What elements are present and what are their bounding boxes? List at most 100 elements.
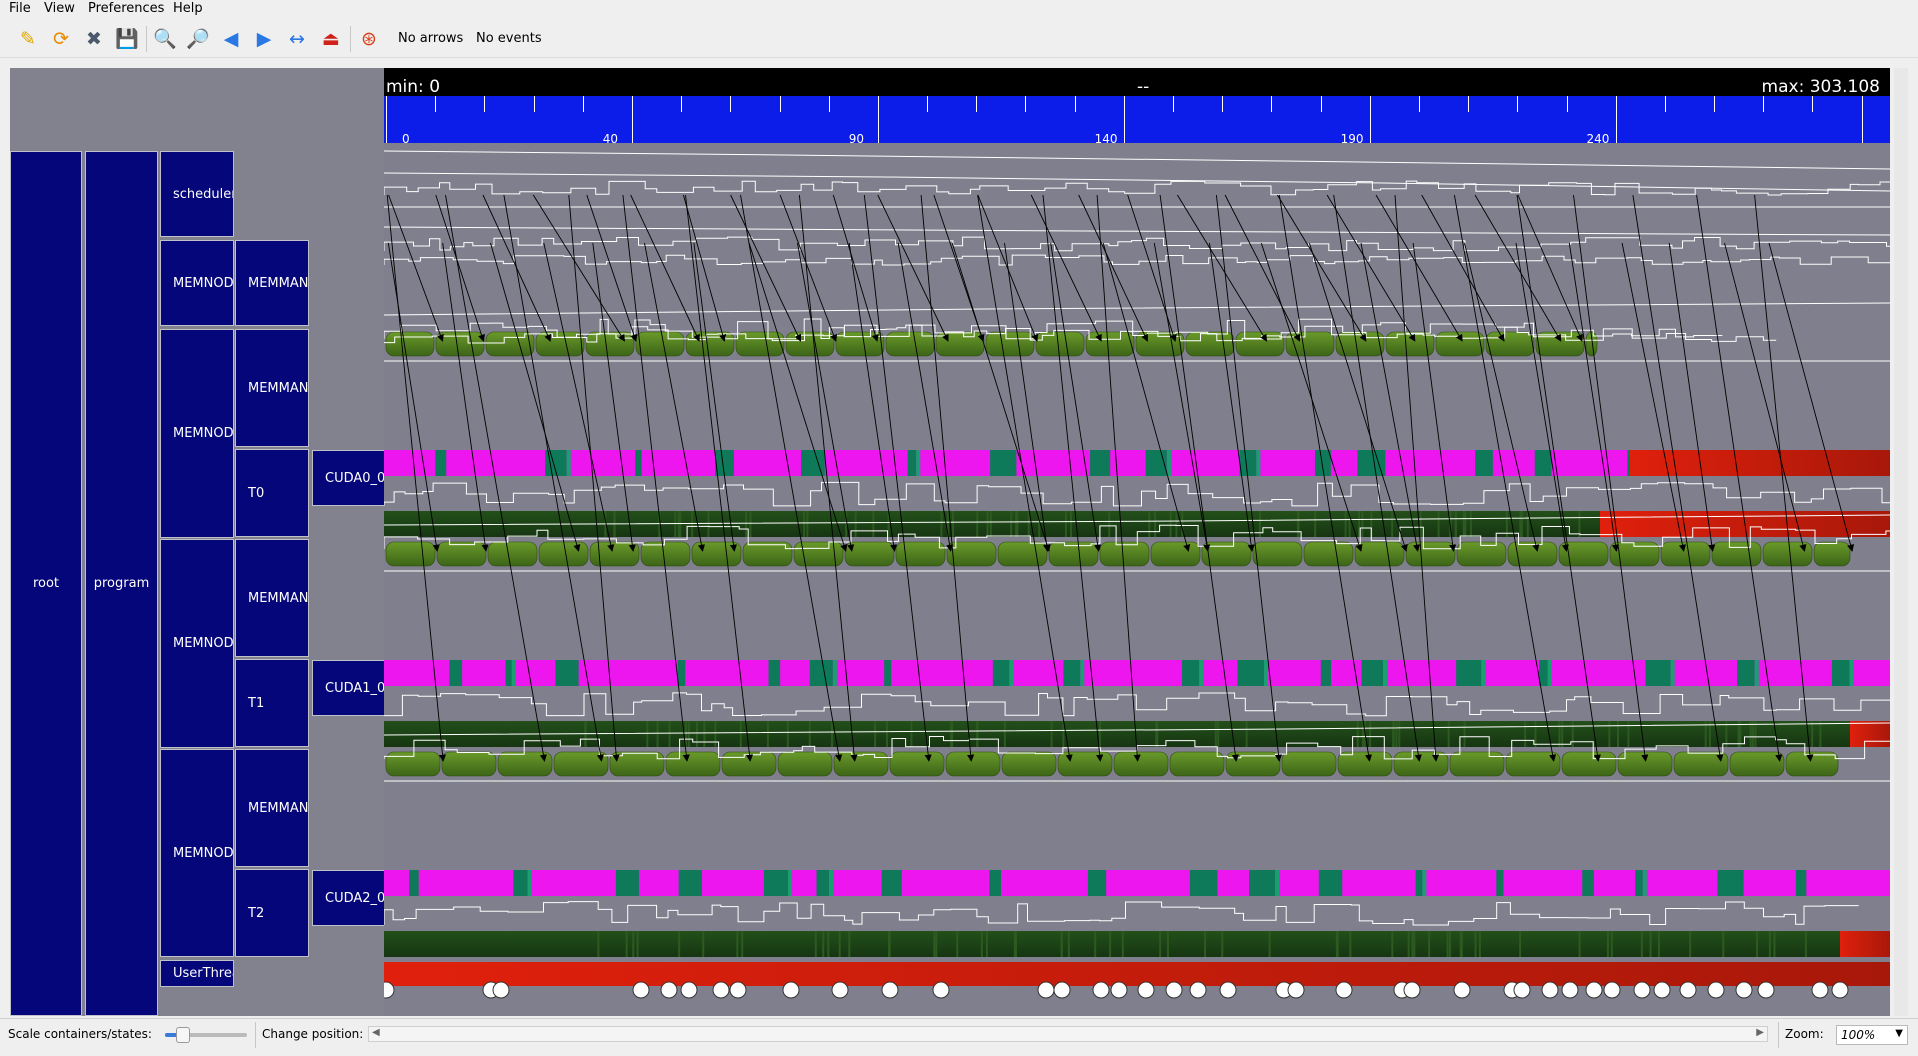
state-block	[952, 511, 955, 537]
state-block	[685, 331, 735, 357]
trace-line	[384, 236, 1890, 252]
eject-icon[interactable]: ⏏	[318, 26, 344, 52]
state-block	[1463, 721, 1466, 747]
state-block	[1003, 721, 1006, 747]
trace-states-and-arrows[interactable]	[384, 143, 1890, 1016]
container-memman-1[interactable]: MEMMAN...	[235, 240, 309, 326]
state-block	[1737, 660, 1755, 686]
time-ruler[interactable]: 0 40 90 140 190 240	[384, 96, 1890, 146]
next-icon[interactable]: ▶	[251, 26, 277, 52]
zoom-combobox[interactable]: 100% ▼	[1836, 1025, 1908, 1045]
state-block	[635, 450, 642, 476]
state-block	[1582, 870, 1594, 896]
close-icon[interactable]: ✖	[81, 26, 107, 52]
ruler-tick	[1664, 96, 1666, 112]
container-root[interactable]: root	[10, 151, 82, 1016]
ruler-tick	[1074, 96, 1076, 112]
state-block	[1849, 660, 1854, 686]
state-bar	[1840, 931, 1890, 957]
previous-icon[interactable]: ◀	[218, 26, 244, 52]
event-marker	[660, 981, 678, 999]
reload-icon[interactable]: ⟳	[48, 26, 74, 52]
ruler-tick	[533, 96, 535, 112]
vertical-scrollbar[interactable]	[1894, 68, 1908, 1016]
container-memman-3[interactable]: MEMMAN...	[235, 539, 309, 657]
container-label: program	[93, 576, 150, 591]
state-block	[702, 931, 705, 957]
state-block	[385, 331, 435, 357]
arrows-status-button[interactable]: No arrows	[398, 31, 463, 46]
menu-view[interactable]: View	[44, 1, 75, 16]
communication-arrow	[1668, 242, 1716, 552]
state-block	[487, 541, 538, 567]
communication-arrow	[1308, 242, 1408, 552]
state-block	[695, 721, 698, 747]
communication-arrow	[977, 194, 1039, 342]
fit-horizontal-icon[interactable]: ↔	[284, 26, 310, 52]
container-scheduler[interactable]: scheduler	[160, 151, 234, 237]
scroll-left-icon[interactable]: ◀	[372, 1027, 380, 1038]
menu-file[interactable]: File	[9, 1, 31, 16]
container-memnode-1[interactable]: MEMNOD...	[160, 240, 234, 326]
state-block	[385, 751, 441, 777]
communication-arrow	[1326, 194, 1416, 342]
zoom-in-icon[interactable]: 🔍	[152, 26, 178, 52]
state-block	[385, 541, 436, 567]
state-block	[632, 931, 635, 957]
state-block	[687, 721, 690, 747]
container-cuda1[interactable]: CUDA1_0	[312, 660, 385, 716]
container-t1[interactable]: T1	[235, 659, 309, 747]
state-block	[1249, 870, 1276, 896]
event-marker	[729, 981, 747, 999]
state-block	[749, 511, 752, 537]
events-status-button[interactable]: No events	[476, 31, 542, 46]
menu-help[interactable]: Help	[173, 1, 203, 16]
state-block	[1804, 931, 1807, 957]
container-t0[interactable]: T0	[235, 449, 309, 537]
state-block	[1448, 931, 1451, 957]
state-block	[1462, 511, 1465, 537]
state-block	[721, 751, 777, 777]
menu-preferences[interactable]: Preferences	[88, 1, 164, 16]
chevron-down-icon[interactable]: ▼	[1895, 1028, 1903, 1039]
state-block	[806, 511, 809, 537]
open-icon[interactable]: ✎	[15, 26, 41, 52]
container-t2[interactable]: T2	[235, 869, 309, 957]
state-block	[1109, 931, 1112, 957]
state-block	[1027, 511, 1030, 537]
scale-slider-handle[interactable]	[176, 1027, 190, 1043]
container-program[interactable]: program	[85, 151, 158, 1016]
state-block	[1099, 721, 1102, 747]
ruler-tick	[1123, 96, 1125, 143]
state-block	[985, 931, 988, 957]
event-marker	[632, 981, 650, 999]
container-memnode-3[interactable]: MEMNOD...	[160, 539, 234, 748]
zoom-out-icon[interactable]: 🔎	[185, 26, 211, 52]
help-lifebuoy-icon[interactable]: ⊛	[356, 26, 382, 52]
container-cuda2[interactable]: CUDA2_0	[312, 870, 385, 926]
state-block	[1344, 511, 1347, 537]
communication-arrow	[693, 242, 738, 552]
container-user-thread[interactable]: UserThrea...	[160, 960, 234, 987]
state-block	[766, 721, 769, 747]
save-icon[interactable]: 💾	[114, 26, 140, 52]
state-block	[1252, 541, 1303, 567]
container-cuda0[interactable]: CUDA0_0	[312, 450, 385, 506]
ruler-tick	[1173, 96, 1174, 112]
state-block	[1811, 721, 1814, 747]
container-memnode-4[interactable]: MEMNOD...	[160, 749, 234, 957]
state-block	[1217, 721, 1220, 747]
trace-line	[384, 226, 1890, 236]
state-block	[538, 541, 589, 567]
container-memnode-2[interactable]: MEMNOD...	[160, 329, 234, 538]
container-memman-4[interactable]: MEMMAN...	[235, 749, 309, 867]
scroll-right-icon[interactable]: ▶	[1756, 1027, 1764, 1038]
state-block	[1756, 931, 1759, 957]
communication-arrow	[1768, 242, 1855, 552]
state-block	[777, 751, 833, 777]
state-bars-layer	[384, 331, 1890, 986]
horizontal-scrollbar[interactable]: ◀ ▶	[368, 1026, 1768, 1042]
state-block	[1454, 511, 1457, 537]
container-memman-2[interactable]: MEMMAN...	[235, 329, 309, 447]
state-block	[1320, 660, 1332, 686]
